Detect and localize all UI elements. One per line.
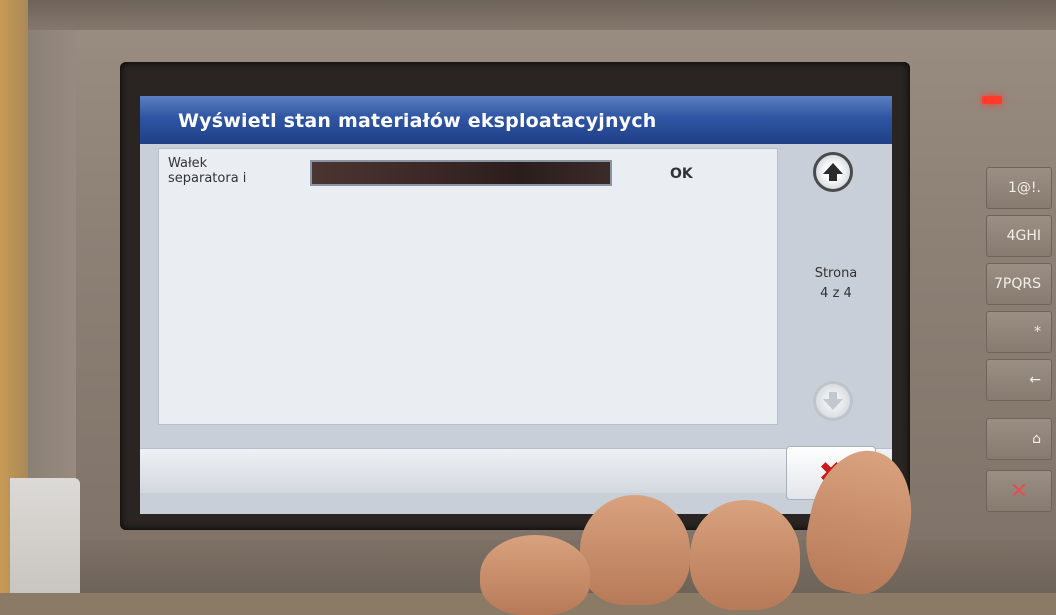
bottom-bar (140, 448, 892, 493)
finger-3 (580, 495, 690, 605)
touch-screen: Wyświetl stan materiałów eksploatacyjnyc… (140, 96, 892, 514)
page-up-button[interactable] (813, 152, 853, 192)
bezel-left (28, 30, 76, 480)
page-title: Wyświetl stan materiałów eksploatacyjnyc… (178, 110, 657, 132)
stop-button[interactable]: ✕ (986, 470, 1052, 512)
finger-4 (480, 535, 590, 615)
page-indicator: Strona 4 z 4 (814, 266, 858, 301)
title-bar: Wyświetl stan materiałów eksploatacyjnyc… (140, 96, 892, 144)
arrow-up-icon (823, 163, 843, 181)
keypad-key-4[interactable]: 4GHI (986, 215, 1052, 257)
keypad-key-star[interactable]: * (986, 311, 1052, 353)
housing-corner (10, 478, 80, 593)
finger-2 (690, 500, 800, 610)
supply-level-bar (310, 160, 612, 186)
home-button[interactable]: ⌂ (986, 418, 1052, 460)
bezel-top (28, 0, 1056, 30)
keypad-key-backspace[interactable]: ← (986, 359, 1052, 401)
backspace-icon: ← (1029, 372, 1041, 388)
keypad-key-7[interactable]: 7PQRS (986, 263, 1052, 305)
page-down-button[interactable] (813, 381, 853, 421)
status-led (982, 96, 1002, 104)
keypad-key-1[interactable]: 1@!. (986, 167, 1052, 209)
arrow-down-icon (823, 392, 843, 410)
supply-status: OK (670, 166, 693, 182)
supplies-list-panel (158, 148, 778, 425)
stop-icon: ✕ (1009, 478, 1029, 504)
supply-item-label: Wałek separatora i (168, 156, 247, 186)
home-icon: ⌂ (1032, 431, 1041, 447)
